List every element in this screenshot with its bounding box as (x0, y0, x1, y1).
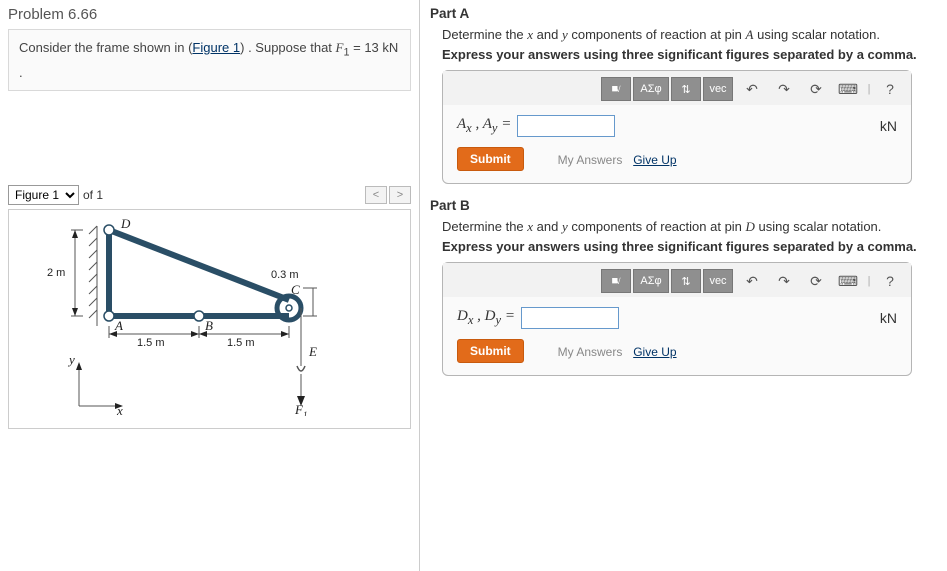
toolbar-a: ■√ ΑΣφ ⇅ vec ↶ ↷ ⟳ ⌨ | ? (443, 71, 911, 105)
problem-title: Problem 6.66 (8, 6, 411, 23)
part-b: Part B Determine the x and y components … (430, 198, 937, 376)
label-D: D (120, 216, 131, 231)
toolbar-b: ■√ ΑΣφ ⇅ vec ↶ ↷ ⟳ ⌨ | ? (443, 263, 911, 297)
part-a-my-answers: My Answers (558, 153, 623, 167)
part-b-unit: kN (880, 310, 897, 326)
tb-sep: | (865, 77, 873, 101)
part-b-title: Part B (430, 198, 937, 213)
figure-count: of 1 (83, 188, 103, 202)
tb-templates-icon[interactable]: ■√ (601, 269, 631, 293)
part-b-instr: Express your answers using three signifi… (442, 239, 937, 254)
part-a-title: Part A (430, 6, 937, 21)
tb-reset-icon[interactable]: ⟳ (801, 77, 831, 101)
dim-s1: 1.5 m (137, 337, 165, 349)
figure-prev-button[interactable]: < (365, 186, 387, 204)
label-C: C (291, 282, 300, 297)
dim-t: 0.3 m (271, 269, 299, 281)
figure-next-button[interactable]: > (389, 186, 411, 204)
problem-dot: . (19, 65, 23, 80)
tb-updown-icon[interactable]: ⇅ (671, 269, 701, 293)
tb-updown-icon[interactable]: ⇅ (671, 77, 701, 101)
part-a-answer-box: ■√ ΑΣφ ⇅ vec ↶ ↷ ⟳ ⌨ | ? Ax , Ay = kN (442, 70, 912, 184)
part-b-input[interactable] (521, 307, 619, 329)
tb-sep: | (865, 269, 873, 293)
part-b-answer-box: ■√ ΑΣφ ⇅ vec ↶ ↷ ⟳ ⌨ | ? Dx , Dy = kN (442, 262, 912, 376)
axis-x: x (116, 403, 123, 416)
dim-h: 2 m (47, 267, 65, 279)
label-E: E (308, 344, 317, 359)
part-a-desc: Determine the x and y components of reac… (442, 27, 937, 43)
figure-panel: 2 m 0.3 m 1.5 m 1.5 m y x (8, 209, 411, 429)
dim-s2: 1.5 m (227, 337, 255, 349)
tb-reset-icon[interactable]: ⟳ (801, 269, 831, 293)
tb-keyboard-icon[interactable]: ⌨ (833, 77, 863, 101)
tb-keyboard-icon[interactable]: ⌨ (833, 269, 863, 293)
figure-nav-bar: Figure 1 of 1 < > (8, 185, 411, 205)
part-b-desc: Determine the x and y components of reac… (442, 219, 937, 235)
label-B: B (205, 318, 213, 333)
problem-eq: = 13 kN (350, 40, 399, 55)
tb-templates-icon[interactable]: ■√ (601, 77, 631, 101)
tb-greek-icon[interactable]: ΑΣφ (633, 269, 669, 293)
tb-help-icon[interactable]: ? (875, 77, 905, 101)
part-a-submit-button[interactable]: Submit (457, 147, 524, 171)
label-F1: F1 (294, 402, 307, 416)
tb-redo-icon[interactable]: ↷ (769, 269, 799, 293)
tb-undo-icon[interactable]: ↶ (737, 269, 767, 293)
figure-link[interactable]: Figure 1 (192, 40, 240, 55)
part-a: Part A Determine the x and y components … (430, 6, 937, 184)
tb-vec-icon[interactable]: vec (703, 77, 733, 101)
problem-text-post: ) . Suppose that (240, 40, 335, 55)
part-a-unit: kN (880, 118, 897, 134)
part-a-input[interactable] (517, 115, 615, 137)
label-A: A (114, 318, 123, 333)
problem-text-pre: Consider the frame shown in ( (19, 40, 192, 55)
part-a-lhs: Ax , Ay = (457, 116, 511, 136)
axis-y: y (67, 352, 75, 367)
problem-statement: Consider the frame shown in (Figure 1) .… (8, 29, 411, 91)
part-b-submit-button[interactable]: Submit (457, 339, 524, 363)
part-a-give-up[interactable]: Give Up (633, 153, 676, 167)
tb-undo-icon[interactable]: ↶ (737, 77, 767, 101)
tb-greek-icon[interactable]: ΑΣφ (633, 77, 669, 101)
tb-redo-icon[interactable]: ↷ (769, 77, 799, 101)
part-b-give-up[interactable]: Give Up (633, 345, 676, 359)
tb-vec-icon[interactable]: vec (703, 269, 733, 293)
tb-help-icon[interactable]: ? (875, 269, 905, 293)
part-b-my-answers: My Answers (558, 345, 623, 359)
part-b-lhs: Dx , Dy = (457, 308, 515, 328)
figure-select[interactable]: Figure 1 (8, 185, 79, 205)
part-a-instr: Express your answers using three signifi… (442, 47, 937, 62)
